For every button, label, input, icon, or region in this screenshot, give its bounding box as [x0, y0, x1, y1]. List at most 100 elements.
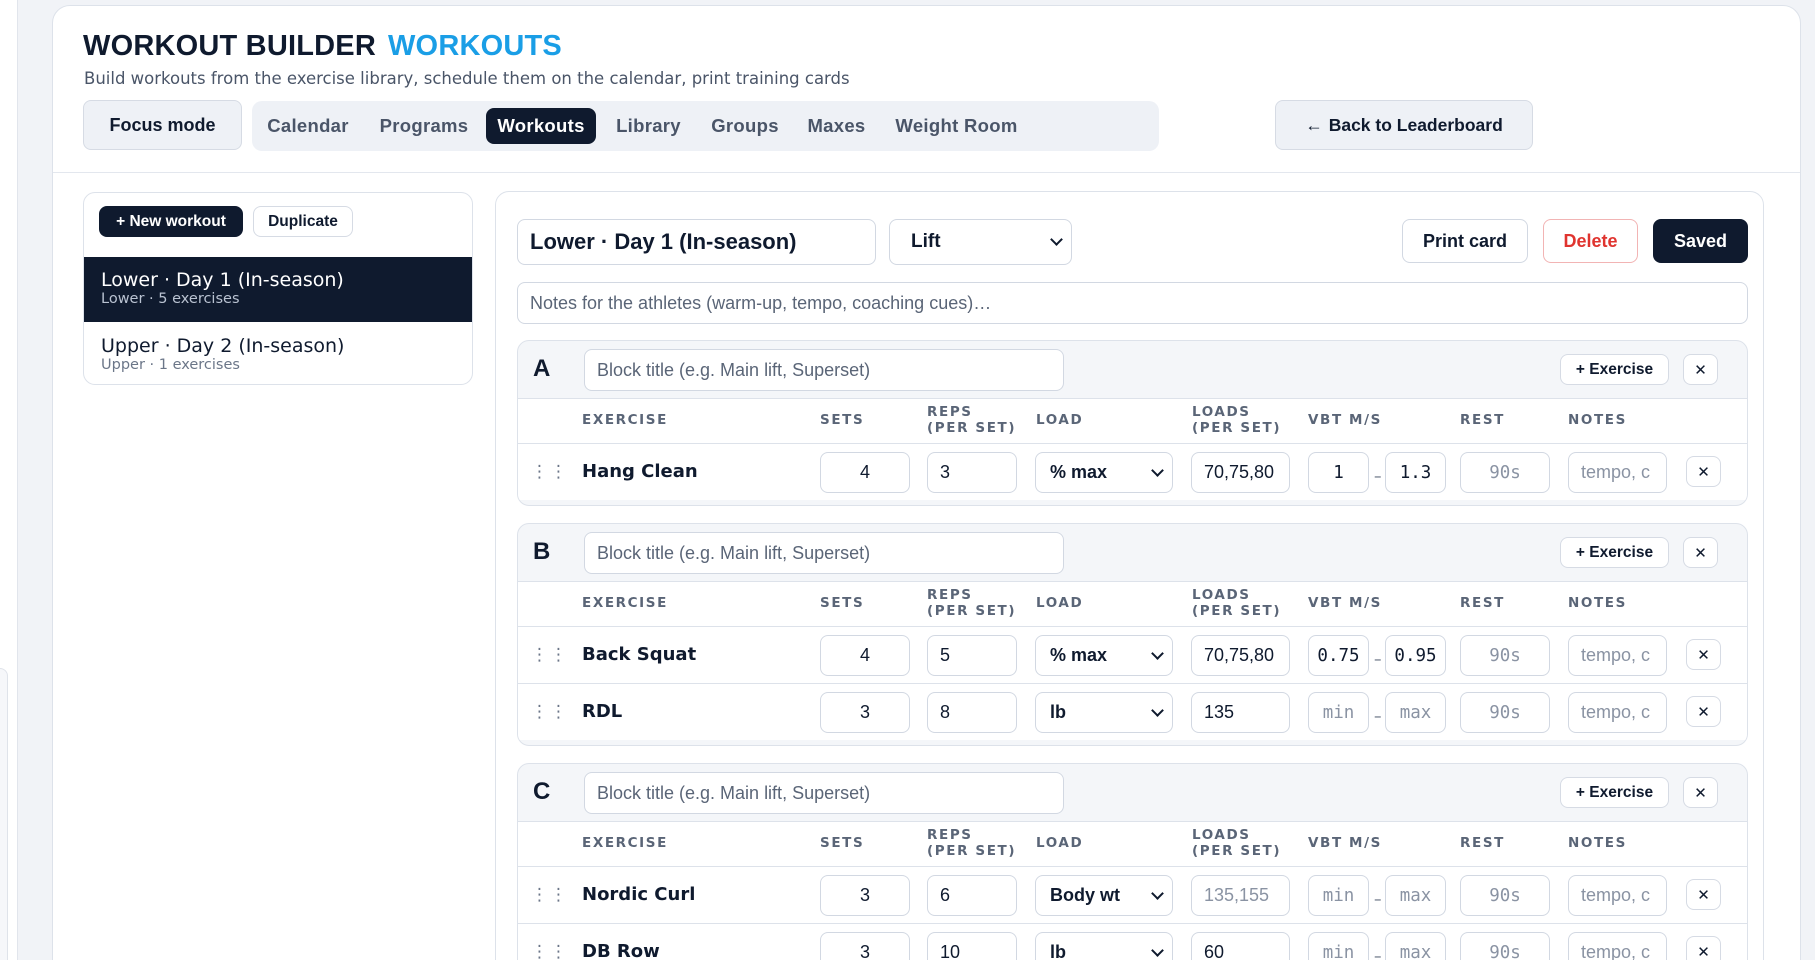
vbt-max-input[interactable]: 0.95	[1385, 635, 1446, 676]
back-to-leaderboard-button[interactable]: ← Back to Leaderboard	[1275, 100, 1533, 150]
col-reps-line2: (PER SET)	[927, 420, 1017, 436]
workout-list-item[interactable]: Upper · Day 2 (In-season) Upper · 1 exer…	[84, 323, 472, 384]
remove-exercise-icon[interactable]: ✕	[1686, 639, 1721, 670]
tab-library[interactable]: Library	[602, 108, 695, 144]
tab-calendar[interactable]: Calendar	[258, 108, 358, 144]
workout-item-name: Upper · Day 2 (In-season)	[101, 335, 345, 357]
sets-input[interactable]: 4	[820, 635, 910, 676]
reps-input[interactable]: 6	[927, 875, 1017, 916]
vbt-max-input[interactable]: max	[1385, 692, 1446, 733]
add-exercise-button[interactable]: + Exercise	[1560, 537, 1669, 568]
block-title-input[interactable]: Block title (e.g. Main lift, Superset)	[584, 772, 1064, 814]
loads-input[interactable]: 60	[1191, 932, 1290, 960]
remove-exercise-icon[interactable]: ✕	[1686, 456, 1721, 487]
remove-block-icon[interactable]: ✕	[1683, 777, 1718, 808]
load-type-select[interactable]: % max	[1035, 635, 1173, 676]
workout-type-select[interactable]: Lift	[889, 219, 1072, 265]
reps-input[interactable]: 3	[927, 452, 1017, 493]
reps-input[interactable]: 8	[927, 692, 1017, 733]
load-type-select[interactable]: % max	[1035, 452, 1173, 493]
block-title-input[interactable]: Block title (e.g. Main lift, Superset)	[584, 532, 1064, 574]
reps-input[interactable]: 5	[927, 635, 1017, 676]
loads-input[interactable]: 70,75,80	[1191, 635, 1290, 676]
loads-input[interactable]: 135,155	[1191, 875, 1290, 916]
range-dash: –	[1374, 890, 1382, 908]
exercise-block: A Block title (e.g. Main lift, Superset)…	[517, 340, 1748, 506]
remove-block-icon[interactable]: ✕	[1683, 354, 1718, 385]
notes-input[interactable]: tempo, c	[1568, 875, 1667, 916]
workout-name-input[interactable]: Lower · Day 1 (In-season)	[517, 219, 876, 265]
remove-exercise-icon[interactable]: ✕	[1686, 936, 1721, 960]
workout-list-item[interactable]: Lower · Day 1 (In-season) Lower · 5 exer…	[84, 257, 472, 322]
notes-input[interactable]: tempo, c	[1568, 635, 1667, 676]
vbt-min-input[interactable]: 0.75	[1308, 635, 1369, 676]
drag-handle-icon[interactable]: ⋮⋮	[531, 885, 569, 905]
column-header-row: EXERCISE SETS REPS (PER SET) LOAD LOADS (P…	[518, 581, 1747, 626]
new-workout-button[interactable]: + New workout	[99, 206, 243, 237]
load-type-select[interactable]: lb	[1035, 692, 1173, 733]
rest-input[interactable]: 90s	[1460, 635, 1550, 676]
add-exercise-button[interactable]: + Exercise	[1560, 777, 1669, 808]
col-load: LOAD	[1036, 412, 1084, 428]
drag-handle-icon[interactable]: ⋮⋮	[531, 462, 569, 482]
print-card-button[interactable]: Print card	[1402, 219, 1528, 263]
load-type-value: lb	[1050, 702, 1066, 722]
notes-input[interactable]: tempo, c	[1568, 932, 1667, 960]
vbt-min-input[interactable]: min	[1308, 932, 1369, 960]
tab-maxes[interactable]: Maxes	[795, 108, 878, 144]
delete-button[interactable]: Delete	[1543, 219, 1638, 263]
col-sets: SETS	[820, 595, 865, 611]
col-loads: LOADS (PER SET)	[1192, 827, 1281, 859]
rest-input[interactable]: 90s	[1460, 452, 1550, 493]
drag-handle-icon[interactable]: ⋮⋮	[531, 645, 569, 665]
loads-input[interactable]: 135	[1191, 692, 1290, 733]
col-reps: REPS (PER SET)	[927, 827, 1016, 859]
vbt-max-input[interactable]: max	[1385, 875, 1446, 916]
drag-handle-icon[interactable]: ⋮⋮	[531, 702, 569, 722]
tab-programs[interactable]: Programs	[367, 108, 481, 144]
loads-input[interactable]: 70,75,80	[1191, 452, 1290, 493]
col-loads-line2: (PER SET)	[1192, 843, 1282, 859]
col-load: LOAD	[1036, 595, 1084, 611]
range-dash: –	[1374, 650, 1382, 668]
col-rest: REST	[1460, 595, 1505, 611]
rest-input[interactable]: 90s	[1460, 692, 1550, 733]
vbt-min-input[interactable]: min	[1308, 692, 1369, 733]
remove-block-icon[interactable]: ✕	[1683, 537, 1718, 568]
reps-input[interactable]: 10	[927, 932, 1017, 960]
tab-workouts[interactable]: Workouts	[486, 108, 596, 144]
focus-mode-button[interactable]: Focus mode	[83, 100, 242, 150]
rest-input[interactable]: 90s	[1460, 932, 1550, 960]
vbt-min-input[interactable]: 1	[1308, 452, 1369, 493]
exercise-row: ⋮⋮ Back Squat 4 5 % max 70,75,80 0.75 – …	[518, 626, 1747, 683]
range-dash: –	[1374, 707, 1382, 725]
notes-input[interactable]: tempo, c	[1568, 452, 1667, 493]
block-title-input[interactable]: Block title (e.g. Main lift, Superset)	[584, 349, 1064, 391]
sets-input[interactable]: 3	[820, 692, 910, 733]
tab-weight-room[interactable]: Weight Room	[884, 108, 1029, 144]
remove-exercise-icon[interactable]: ✕	[1686, 696, 1721, 727]
drag-handle-icon[interactable]: ⋮⋮	[531, 942, 569, 960]
exercise-row: ⋮⋮ Hang Clean 4 3 % max 70,75,80 1 – 1.3…	[518, 443, 1747, 500]
chevron-down-icon	[1151, 944, 1164, 957]
duplicate-button[interactable]: Duplicate	[253, 206, 353, 237]
col-reps-line1: REPS	[927, 404, 973, 420]
sets-input[interactable]: 4	[820, 452, 910, 493]
exercise-row: ⋮⋮ RDL 3 8 lb 135 min – max 90s tempo, c…	[518, 683, 1747, 740]
vbt-max-input[interactable]: max	[1385, 932, 1446, 960]
workout-notes-input[interactable]: Notes for the athletes (warm-up, tempo, …	[517, 282, 1748, 324]
vbt-min-input[interactable]: min	[1308, 875, 1369, 916]
load-type-select[interactable]: lb	[1035, 932, 1173, 960]
vbt-max-input[interactable]: 1.3	[1385, 452, 1446, 493]
notes-input[interactable]: tempo, c	[1568, 692, 1667, 733]
sets-input[interactable]: 3	[820, 932, 910, 960]
add-exercise-button[interactable]: + Exercise	[1560, 354, 1669, 385]
remove-exercise-icon[interactable]: ✕	[1686, 879, 1721, 910]
saved-button[interactable]: Saved	[1653, 219, 1748, 263]
col-notes: NOTES	[1568, 412, 1627, 428]
load-type-select[interactable]: Body wt	[1035, 875, 1173, 916]
rest-input[interactable]: 90s	[1460, 875, 1550, 916]
tab-groups[interactable]: Groups	[701, 108, 789, 144]
sets-input[interactable]: 3	[820, 875, 910, 916]
col-reps: REPS (PER SET)	[927, 404, 1016, 436]
